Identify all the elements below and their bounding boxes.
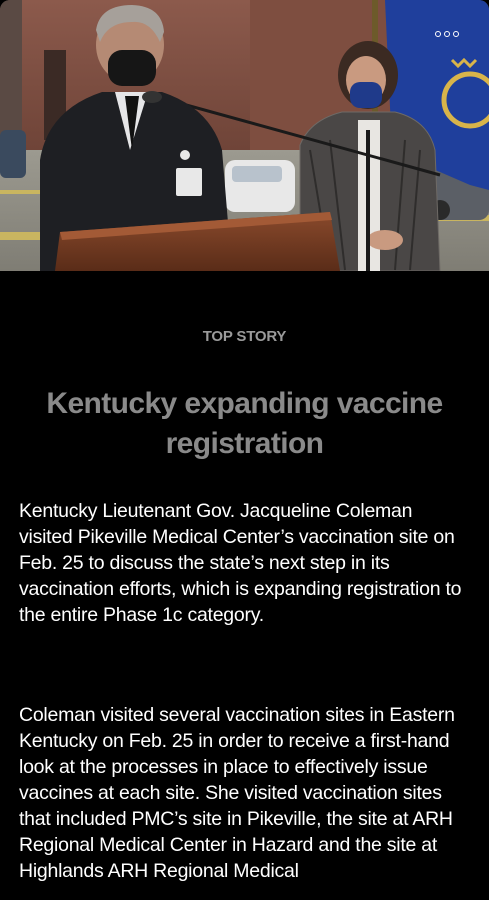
article: TOP STORY Kentucky expanding vaccine reg…: [0, 271, 489, 900]
more-dot-icon: [435, 31, 441, 37]
more-options-button[interactable]: [427, 22, 467, 46]
more-dot-icon: [453, 31, 459, 37]
article-headline: Kentucky expanding vaccine registration: [46, 387, 443, 460]
article-paragraph: Coleman visited several vaccination site…: [19, 704, 455, 882]
article-paragraph: Kentucky Lieutenant Gov. Jacqueline Cole…: [19, 500, 462, 626]
section-kicker: TOP STORY: [202, 328, 287, 345]
hero-photo: [0, 0, 489, 271]
more-dot-icon: [444, 31, 450, 37]
hero-photo-illustration: [0, 0, 489, 271]
